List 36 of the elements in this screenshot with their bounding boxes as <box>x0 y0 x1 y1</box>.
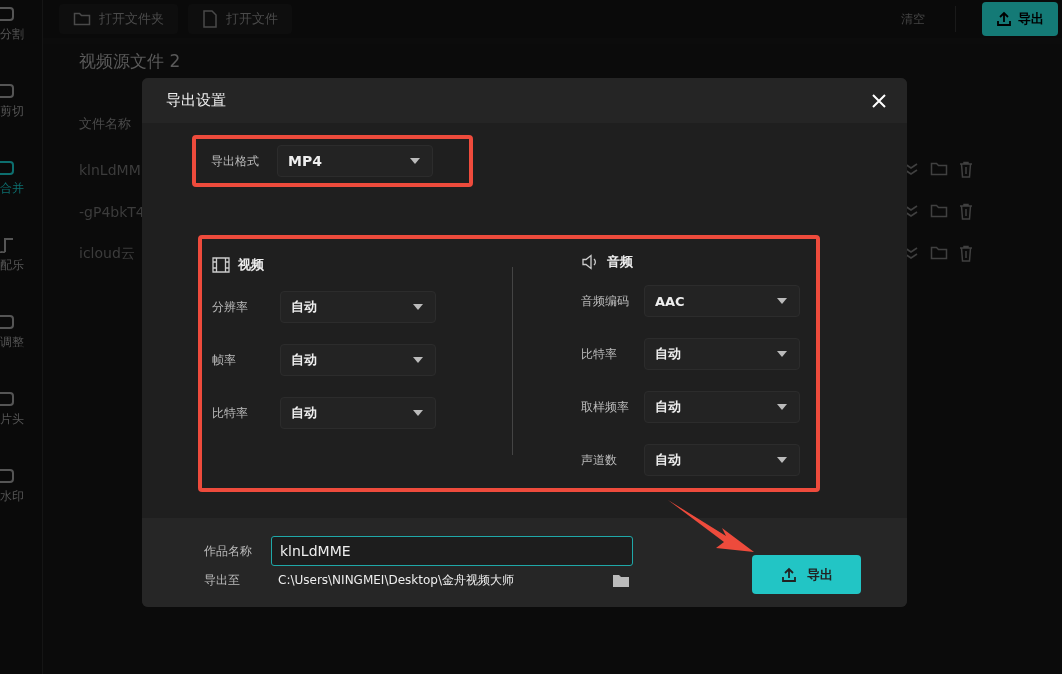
setting-dropdown[interactable]: 自动 <box>280 291 436 323</box>
field-label: 导出至 <box>204 572 241 589</box>
format-dropdown[interactable]: MP4 <box>277 145 433 177</box>
sidebar-item[interactable]: 调整 <box>0 314 42 391</box>
setting-dropdown[interactable]: AAC <box>644 285 800 317</box>
sidebar-item[interactable]: 分割 <box>0 6 42 83</box>
section-title: 视频 <box>238 256 264 274</box>
field-label: 取样频率 <box>581 398 629 416</box>
toolbar-button[interactable]: 打开文件夹 <box>59 4 178 34</box>
field-label: 导出格式 <box>211 152 259 170</box>
field-label: 比特率 <box>581 345 617 363</box>
setting-dropdown[interactable]: 自动 <box>644 444 800 476</box>
section-title: 音频 <box>607 253 633 271</box>
sidebar-item[interactable]: 片头 <box>0 391 42 468</box>
export-button[interactable]: 导出 <box>982 2 1058 36</box>
field-label: 音频编码 <box>581 292 629 310</box>
export-path: C:\Users\NINGMEI\Desktop\金舟视频大师 <box>277 572 515 589</box>
field-label: 作品名称 <box>204 542 253 560</box>
column-header: 文件名称 <box>79 115 132 133</box>
setting-dropdown[interactable]: 自动 <box>644 391 800 423</box>
setting-dropdown[interactable]: 自动 <box>644 338 800 370</box>
setting-dropdown[interactable]: 自动 <box>280 397 436 429</box>
dialog-title: 导出设置 <box>166 91 226 110</box>
field-label: 比特率 <box>212 404 248 422</box>
toolbar-button[interactable]: 打开文件 <box>188 4 292 34</box>
export-button[interactable]: 导出 <box>752 555 861 594</box>
field-label: 分辨率 <box>212 298 248 316</box>
setting-dropdown[interactable]: 自动 <box>280 344 436 376</box>
sidebar-item[interactable]: 水印 <box>0 468 42 545</box>
field-label: 声道数 <box>581 451 617 469</box>
list-title: 视频源文件 2 <box>79 50 182 73</box>
name-input[interactable]: klnLdMME <box>271 536 633 566</box>
field-label: 帧率 <box>212 351 236 369</box>
sidebar-item[interactable]: 合并 <box>0 160 42 237</box>
sidebar-item[interactable]: 剪切 <box>0 83 42 160</box>
sidebar-item[interactable]: 配乐 <box>0 237 42 314</box>
